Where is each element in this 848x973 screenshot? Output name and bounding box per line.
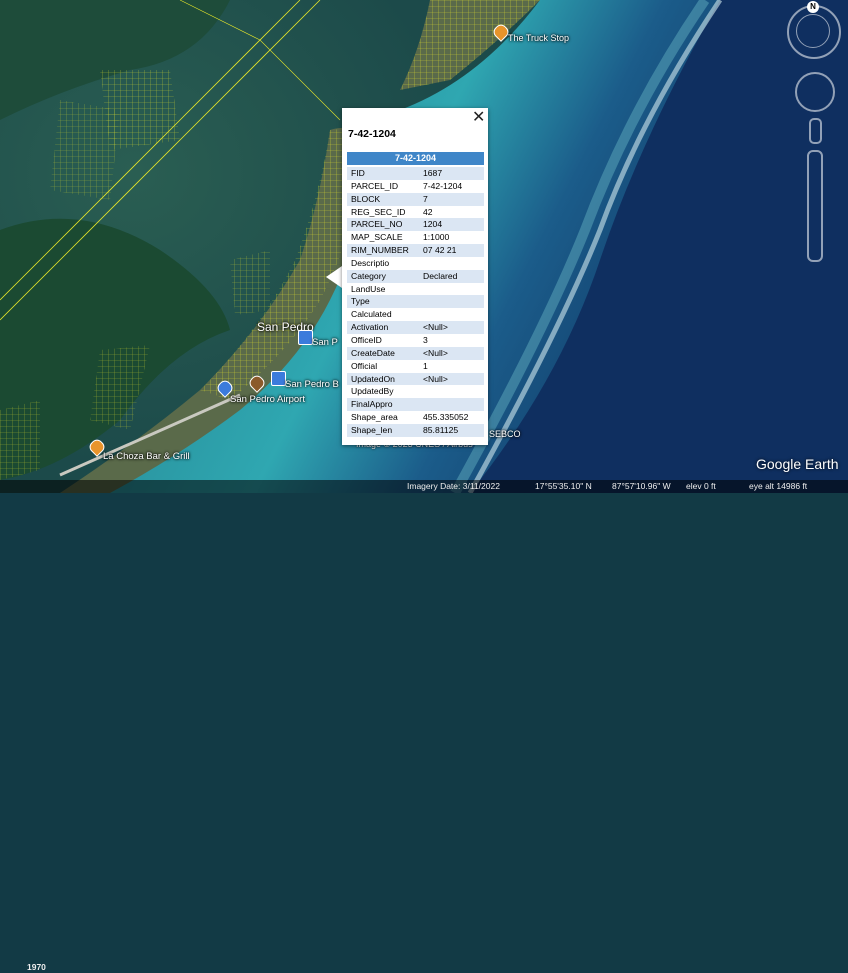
attribute-value: 7-42-1204 [419, 179, 484, 193]
attribute-row: Descriptio [347, 256, 484, 270]
attribute-table-header: 7-42-1204 [347, 152, 484, 165]
attribute-row: BLOCK 7 [347, 192, 484, 206]
attribute-value [419, 385, 484, 399]
attribute-key: FinalAppro [347, 398, 419, 412]
la-choza-label[interactable]: La Choza Bar & Grill [103, 451, 190, 462]
attribute-key: CreateDate [347, 346, 419, 360]
attribute-row: REG_SEC_ID 42 [347, 205, 484, 219]
san-pedro-b-label[interactable]: San Pedro B [285, 379, 339, 390]
attribute-value [419, 308, 484, 322]
attribute-row: Calculated [347, 308, 484, 322]
attribute-row: OfficeID 3 [347, 333, 484, 347]
ferry-icon-2[interactable] [271, 371, 286, 386]
attribute-value: <Null> [419, 321, 484, 334]
attribute-row: MAP_SCALE 1:1000 [347, 231, 484, 245]
look-joystick[interactable] [796, 14, 830, 48]
attribute-value: 1687 [419, 167, 484, 180]
google-earth-logo: Google Earth [756, 456, 839, 472]
attribute-row: Type [347, 295, 484, 309]
attribute-key: REG_SEC_ID [347, 205, 419, 219]
attribute-value [419, 398, 484, 412]
attribute-value: 1204 [419, 218, 484, 232]
truck-stop-label[interactable]: The Truck Stop [508, 33, 569, 43]
attribute-row: Activation <Null> [347, 321, 484, 334]
attribute-row: RIM_NUMBER 07 42 21 [347, 244, 484, 257]
zoom-slider[interactable] [807, 150, 823, 262]
attribute-row: UpdatedBy [347, 385, 484, 399]
attribute-key: FID [347, 167, 419, 180]
historical-imagery-control[interactable]: 1970 [0, 961, 60, 973]
history-year: 1970 [27, 962, 46, 972]
attribute-key: OfficeID [347, 333, 419, 347]
san-p-label[interactable]: San P [312, 337, 338, 348]
attribute-value: 85.81125 [419, 423, 484, 437]
street-view-pegman-icon[interactable] [809, 118, 822, 144]
attribute-key: RIM_NUMBER [347, 244, 419, 257]
attribute-row: PARCEL_ID 7-42-1204 [347, 179, 484, 193]
attribute-key: UpdatedBy [347, 385, 419, 399]
move-joystick[interactable] [795, 72, 835, 112]
attribute-value: Declared [419, 269, 484, 283]
attribute-table: FID 1687 PARCEL_ID 7-42-1204 BLOCK 7 REG_SEC_I… [347, 167, 484, 437]
attribute-value [419, 256, 484, 270]
attribute-key: Descriptio [347, 256, 419, 270]
close-icon[interactable]: ✕ [472, 110, 485, 126]
attribute-value: 1 [419, 359, 484, 373]
attribute-row: Shape_area 455.335052 [347, 411, 484, 424]
attribute-row: FinalAppro [347, 398, 484, 412]
attribute-value [419, 282, 484, 296]
status-bar: 1970 Imagery Date: 3/11/2022 17°55'35.10… [0, 480, 848, 972]
popup-title: 7-42-1204 [348, 128, 396, 140]
attribute-value: 07 42 21 [419, 244, 484, 257]
attribute-key: MAP_SCALE [347, 231, 419, 245]
attribute-value: 455.335052 [419, 411, 484, 424]
elevation: elev 0 ft [686, 481, 716, 491]
attribute-key: Category [347, 269, 419, 283]
attribute-row: UpdatedOn <Null> [347, 372, 484, 386]
longitude: 87°57'10.96" W [612, 481, 671, 491]
attribute-key: Type [347, 295, 419, 309]
attribute-key: Official [347, 359, 419, 373]
attribute-key: PARCEL_NO [347, 218, 419, 232]
attribute-value: 1:1000 [419, 231, 484, 245]
attribute-row: Official 1 [347, 359, 484, 373]
attribute-value: <Null> [419, 372, 484, 386]
attribute-key: BLOCK [347, 192, 419, 206]
parcel-popup: ✕ 7-42-1204 7-42-1204 FID 1687 PARCEL_ID 7-… [342, 108, 488, 445]
attribute-row: LandUse [347, 282, 484, 296]
eye-altitude: eye alt 14986 ft [749, 481, 808, 491]
ferry-icon[interactable] [298, 330, 313, 345]
attribute-value: 7 [419, 192, 484, 206]
popup-pointer [326, 266, 342, 288]
attribute-value [419, 295, 484, 309]
attribute-row: Shape_len 85.81125 [347, 423, 484, 437]
attribute-key: Shape_area [347, 411, 419, 424]
attribute-key: UpdatedOn [347, 372, 419, 386]
airport-label[interactable]: San Pedro Airport [230, 394, 305, 405]
attribute-key: Calculated [347, 308, 419, 322]
attribute-value: 3 [419, 333, 484, 347]
compass-north-label[interactable]: N [807, 1, 819, 13]
attribute-key: LandUse [347, 282, 419, 296]
attribute-row: Category Declared [347, 269, 484, 283]
attribute-value: <Null> [419, 346, 484, 360]
attribute-key: Shape_len [347, 423, 419, 437]
attribute-row: FID 1687 [347, 167, 484, 180]
attribute-key: Activation [347, 321, 419, 334]
attribute-row: CreateDate <Null> [347, 346, 484, 360]
sebco-label: SEBCO [489, 429, 521, 439]
imagery-date: Imagery Date: 3/11/2022 [407, 481, 500, 491]
latitude: 17°55'35.10" N [535, 481, 592, 491]
attribute-key: PARCEL_ID [347, 179, 419, 193]
attribute-row: PARCEL_NO 1204 [347, 218, 484, 232]
attribute-value: 42 [419, 205, 484, 219]
